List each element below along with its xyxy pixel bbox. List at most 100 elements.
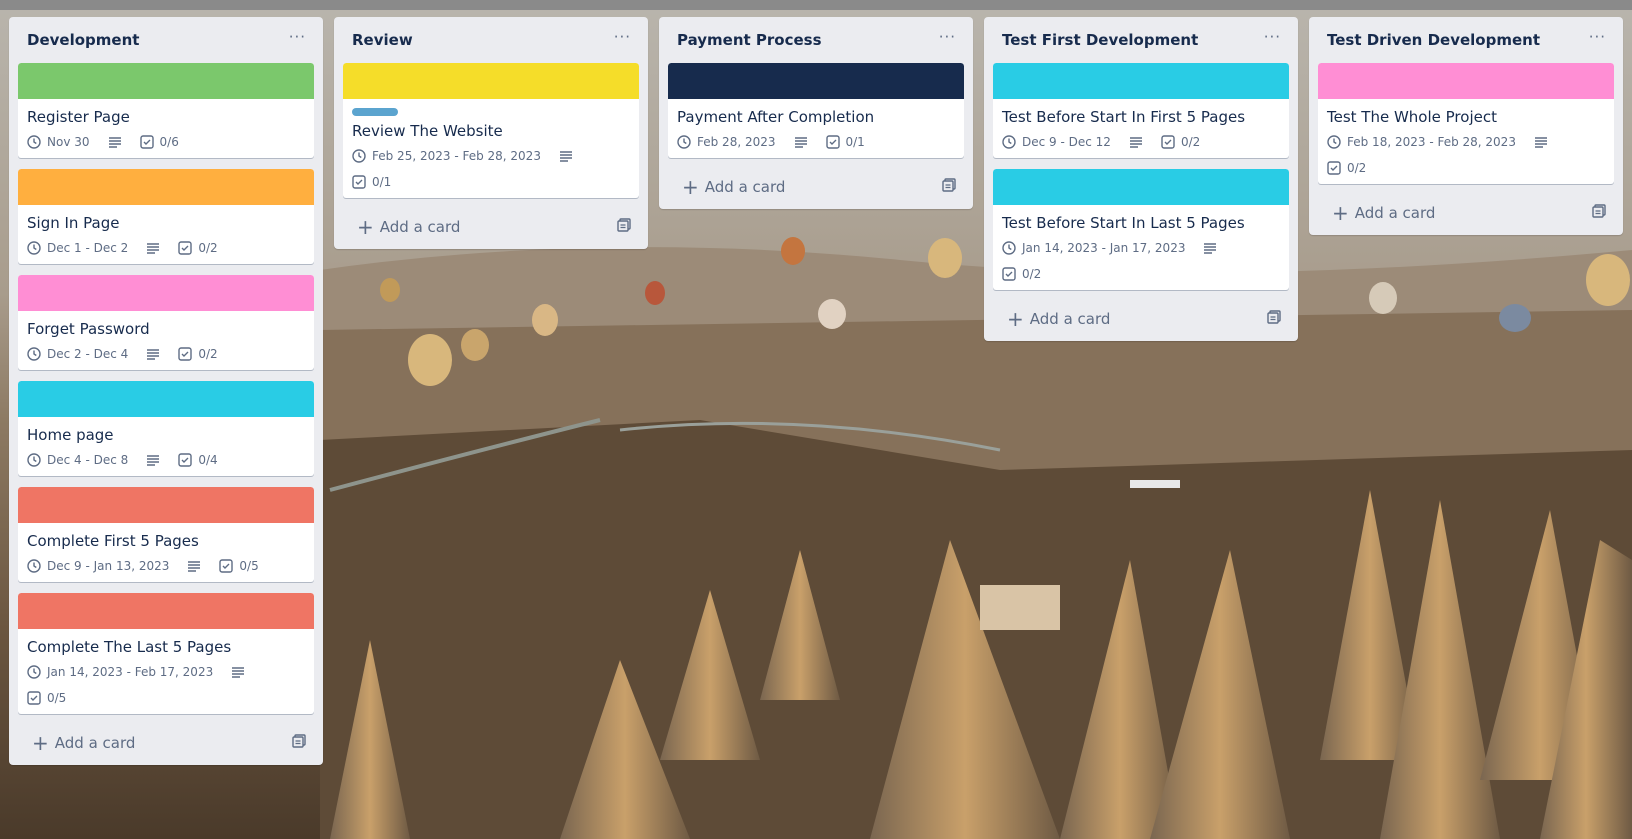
due-date-badge[interactable]: Feb 18, 2023 - Feb 28, 2023 [1327,134,1516,150]
card-cover [668,63,964,99]
due-date-badge[interactable]: Feb 28, 2023 [677,134,776,150]
plus-icon: + [1007,307,1024,331]
card-title: Complete The Last 5 Pages [27,638,232,656]
add-card-button[interactable]: + Add a card [343,209,639,241]
due-date-badge[interactable]: Feb 25, 2023 - Feb 28, 2023 [352,148,541,164]
checklist-icon [219,559,234,573]
description-icon [146,240,160,256]
add-card-button[interactable]: + Add a card [668,169,964,201]
list-menu-icon[interactable]: ··· [1264,29,1281,51]
checklist-icon [1327,161,1341,175]
list-header: Test Driven Development ··· [1318,17,1614,63]
checklist-badge: 0/2 [1161,134,1200,150]
card-register-page[interactable]: Register Page Nov 30 0/6 [18,63,314,158]
list-payment-process: Payment Process ··· Payment After Comple… [659,17,973,209]
checklist-icon [27,691,41,705]
checklist-icon [178,453,193,467]
description-icon [187,558,201,574]
card-template-icon[interactable] [1592,204,1606,222]
checklist-badge: 0/2 [1002,266,1041,282]
card-template-icon[interactable] [942,178,956,196]
checklist-badge: 0/1 [825,134,865,150]
card-cover [993,63,1289,99]
add-card-button[interactable]: + Add a card [993,301,1289,333]
card-sign-in-page[interactable]: Sign In Page Dec 1 - Dec 2 0/2 [18,169,314,264]
clock-icon [27,453,41,467]
clock-icon [1002,241,1016,255]
list-test-driven-development: Test Driven Development ··· Test The Who… [1309,17,1623,235]
due-date-badge[interactable]: Jan 14, 2023 - Jan 17, 2023 [1002,240,1185,256]
checklist-icon [352,175,366,189]
checklist-icon [825,135,840,149]
add-card-button[interactable]: + Add a card [1318,195,1614,227]
plus-icon: + [32,731,49,755]
checklist-badge: 0/1 [352,174,391,190]
due-date-badge[interactable]: Dec 1 - Dec 2 [27,240,128,256]
clock-icon [27,665,41,679]
clock-icon [27,135,41,149]
card-payment-after-completion[interactable]: Payment After Completion Feb 28, 2023 0/… [668,63,964,158]
card-title: Review The Website [352,122,503,140]
description-icon [146,452,160,468]
card-cover [18,169,314,205]
due-date-badge[interactable]: Dec 9 - Jan 13, 2023 [27,558,169,574]
card-test-first-5-pages[interactable]: Test Before Start In First 5 Pages Dec 9… [993,63,1289,158]
plus-icon: + [1332,201,1349,225]
description-icon [1534,134,1548,150]
checklist-badge: 0/2 [178,240,218,256]
card-test-last-5-pages[interactable]: Test Before Start In Last 5 Pages Jan 14… [993,169,1289,290]
card-label[interactable] [352,108,398,116]
card-cover [18,593,314,629]
clock-icon [1002,135,1016,149]
list-header: Development ··· [18,17,314,63]
checklist-badge: 0/5 [219,558,259,574]
list-menu-icon[interactable]: ··· [614,29,631,51]
list-review: Review ··· Review The Website Feb 25, 20… [334,17,648,249]
card-title: Test Before Start In First 5 Pages [1002,108,1246,126]
checklist-badge: 0/6 [139,134,179,150]
card-forget-password[interactable]: Forget Password Dec 2 - Dec 4 0/2 [18,275,314,370]
checklist-badge: 0/2 [178,346,218,362]
add-card-button[interactable]: + Add a card [18,725,314,757]
card-cover [18,275,314,311]
card-template-icon[interactable] [292,734,306,752]
card-template-icon[interactable] [1267,310,1281,328]
checklist-icon [139,135,154,149]
card-home-page[interactable]: Home page Dec 4 - Dec 8 0/4 [18,381,314,476]
due-date-badge[interactable]: Dec 9 - Dec 12 [1002,134,1111,150]
card-review-the-website[interactable]: Review The Website Feb 25, 2023 - Feb 28… [343,63,639,198]
description-icon [231,664,245,680]
list-title[interactable]: Test First Development [1002,31,1198,49]
due-date-badge[interactable]: Nov 30 [27,134,90,150]
board: Development ··· Register Page Nov 30 0/6… [0,0,1632,839]
list-test-first-development: Test First Development ··· Test Before S… [984,17,1298,341]
clock-icon [27,559,41,573]
clock-icon [352,149,366,163]
list-menu-icon[interactable]: ··· [289,29,306,51]
checklist-icon [1002,267,1016,281]
due-date-badge[interactable]: Dec 2 - Dec 4 [27,346,128,362]
card-complete-last-5-pages[interactable]: Complete The Last 5 Pages Jan 14, 2023 -… [18,593,314,714]
card-complete-first-5-pages[interactable]: Complete First 5 Pages Dec 9 - Jan 13, 2… [18,487,314,582]
card-title: Complete First 5 Pages [27,532,199,550]
list-header: Payment Process ··· [668,17,964,63]
list-development: Development ··· Register Page Nov 30 0/6… [9,17,323,765]
card-cover [18,381,314,417]
card-template-icon[interactable] [617,218,631,236]
list-title[interactable]: Payment Process [677,31,822,49]
due-date-badge[interactable]: Jan 14, 2023 - Feb 17, 2023 [27,664,213,680]
plus-icon: + [357,215,374,239]
list-menu-icon[interactable]: ··· [939,29,956,51]
card-title: Payment After Completion [677,108,875,126]
list-title[interactable]: Test Driven Development [1327,31,1540,49]
description-icon [1203,240,1217,256]
list-title[interactable]: Development [27,31,139,49]
list-header: Test First Development ··· [993,17,1289,63]
card-cover [343,63,639,99]
list-title[interactable]: Review [352,31,413,49]
description-icon [559,148,573,164]
due-date-badge[interactable]: Dec 4 - Dec 8 [27,452,128,468]
list-menu-icon[interactable]: ··· [1589,29,1606,51]
checklist-badge: 0/2 [1327,160,1366,176]
card-test-the-whole-project[interactable]: Test The Whole Project Feb 18, 2023 - Fe… [1318,63,1614,184]
